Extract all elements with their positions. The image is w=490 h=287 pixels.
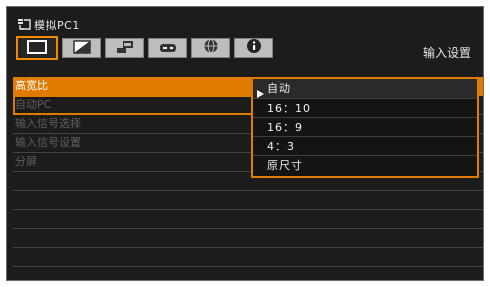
tab-picture-adjust[interactable] <box>62 38 101 58</box>
option-label: 16：9 <box>267 121 303 134</box>
empty-row <box>13 229 483 248</box>
network-icon <box>203 38 219 58</box>
tab-installation[interactable] <box>105 38 144 58</box>
empty-row <box>13 191 483 210</box>
system-icon <box>159 39 177 58</box>
menu-item-label: 分屏 <box>15 155 37 168</box>
screen-icon <box>27 39 47 58</box>
projector-osd-menu: 模拟PC1 输入设置 高宽比 自动PC 输入信号选择 输入信号设置 分屏 自动 … <box>6 6 484 281</box>
option-auto[interactable]: 自动 <box>253 79 477 98</box>
info-icon <box>246 38 262 58</box>
window-title: 模拟PC1 <box>34 19 80 32</box>
menu-item-label: 高宽比 <box>15 79 48 92</box>
option-label: 4：3 <box>267 140 295 153</box>
tab-network[interactable] <box>191 38 230 58</box>
tab-screen[interactable] <box>16 36 58 60</box>
menu-item-label: 输入信号设置 <box>15 136 81 149</box>
tab-information[interactable] <box>234 38 273 58</box>
selection-highlight-frame <box>13 95 251 115</box>
empty-row <box>13 248 483 267</box>
aspect-ratio-dropdown: 自动 16：10 16：9 4：3 原尺寸 <box>251 77 479 178</box>
option-label: 自动 <box>267 82 291 95</box>
option-16-10[interactable]: 16：10 <box>253 98 477 117</box>
empty-row <box>13 267 483 280</box>
option-label: 16：10 <box>267 102 311 115</box>
empty-row <box>13 210 483 229</box>
picture-adjust-icon <box>72 39 91 58</box>
title-bar: 模拟PC1 <box>17 16 80 34</box>
menu-tabs <box>16 36 273 60</box>
option-label: 原尺寸 <box>267 159 303 172</box>
menu-item-label: 输入信号选择 <box>15 117 81 130</box>
option-native-size[interactable]: 原尺寸 <box>253 155 477 174</box>
tab-title: 输入设置 <box>422 46 471 60</box>
input-source-icon <box>17 16 31 35</box>
option-16-9[interactable]: 16：9 <box>253 117 477 136</box>
installation-icon <box>116 39 134 58</box>
tab-system[interactable] <box>148 38 187 58</box>
option-4-3[interactable]: 4：3 <box>253 136 477 155</box>
